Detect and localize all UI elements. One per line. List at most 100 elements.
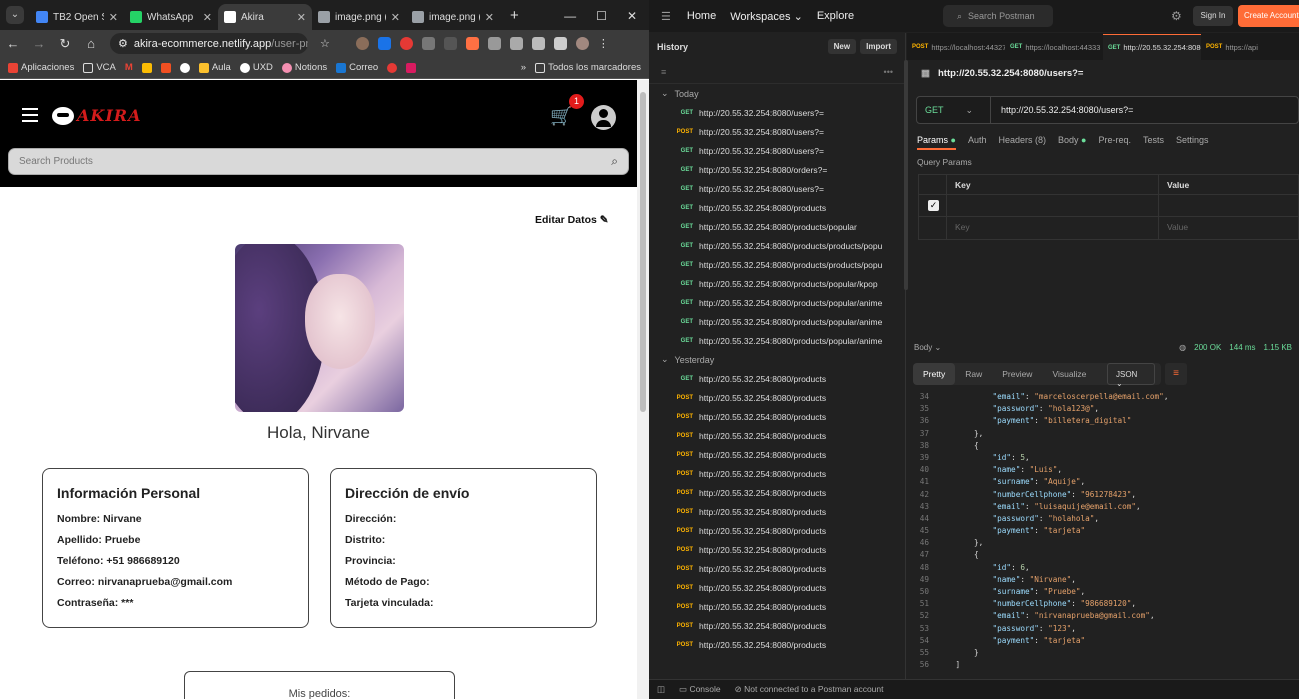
console-button[interactable]: ▭ Console xyxy=(679,684,721,695)
history-item[interactable]: POST http://20.55.32.254:8080/products xyxy=(649,559,905,578)
user-account-icon[interactable] xyxy=(591,105,616,130)
tab-prereq[interactable]: Pre-req. xyxy=(1098,135,1131,150)
reload-icon[interactable]: ↻ xyxy=(58,36,72,52)
extension-icon[interactable] xyxy=(377,37,391,50)
nav-explore[interactable]: Explore xyxy=(817,10,854,22)
tab-body[interactable]: Body ● xyxy=(1058,135,1086,150)
tab-close-icon[interactable]: ✕ xyxy=(203,11,212,24)
tab-search-button[interactable]: ⌄ xyxy=(6,6,24,24)
extension-icon[interactable] xyxy=(421,37,435,50)
bookmark-notions[interactable]: Notions xyxy=(281,62,327,73)
back-icon[interactable]: ← xyxy=(6,36,20,51)
history-item[interactable]: POST http://20.55.32.254:8080/products xyxy=(649,578,905,597)
format-select[interactable]: JSON ⌄ xyxy=(1107,363,1155,388)
site-logo[interactable]: AKIRA xyxy=(52,106,142,125)
bookmark-star-icon[interactable]: ☆ xyxy=(320,37,330,50)
browser-tab[interactable]: image.png (✕ xyxy=(406,4,500,30)
request-tab[interactable]: GET http://20.55.32.254:8080 xyxy=(1103,34,1201,60)
tab-settings[interactable]: Settings xyxy=(1176,135,1209,150)
extension-icon[interactable] xyxy=(399,37,413,50)
nav-workspaces[interactable]: Workspaces ⌄ xyxy=(730,10,803,23)
value-input[interactable]: Value xyxy=(1159,217,1196,239)
bookmark-apps[interactable]: Aplicaciones xyxy=(8,62,74,73)
history-item[interactable]: GET http://20.55.32.254:8080/users?= xyxy=(649,141,905,160)
history-item[interactable]: GET http://20.55.32.254:8080/products/pro… xyxy=(649,255,905,274)
bookmark-vca[interactable]: VCA xyxy=(83,62,116,73)
view-visualize[interactable]: Visualize xyxy=(1042,369,1096,379)
forward-icon[interactable]: → xyxy=(32,36,46,51)
playlist-icon[interactable] xyxy=(509,37,523,50)
history-group-yesterday[interactable]: ⌄ Yesterday xyxy=(649,350,905,369)
request-url-input[interactable]: http://20.55.32.254:8080/users?= xyxy=(991,105,1133,115)
tab-headers[interactable]: Headers (8) xyxy=(998,135,1046,150)
request-tab[interactable]: POST https://api xyxy=(1201,34,1299,60)
sidebar-toggle-icon[interactable]: ◫ xyxy=(657,684,665,695)
method-select[interactable]: GET ⌄ xyxy=(917,97,991,123)
history-item[interactable]: GET http://20.55.32.254:8080/products xyxy=(649,198,905,217)
browser-tab[interactable]: Akira ✕ xyxy=(218,4,312,30)
tab-close-icon[interactable]: ✕ xyxy=(297,11,306,24)
extension-icon[interactable] xyxy=(355,37,369,50)
history-item[interactable]: POST http://20.55.32.254:8080/products xyxy=(649,407,905,426)
key-input[interactable]: Key xyxy=(947,217,1159,239)
menu-icon[interactable]: ☰ xyxy=(661,10,671,23)
create-account-button[interactable]: Create Account xyxy=(1238,5,1299,27)
more-options-icon[interactable]: ••• xyxy=(884,67,893,77)
history-filter[interactable]: ≡ ••• xyxy=(649,60,905,84)
tab-tests[interactable]: Tests xyxy=(1143,135,1164,150)
history-item[interactable]: GET http://20.55.32.254:8080/orders?= xyxy=(649,160,905,179)
history-item[interactable]: GET http://20.55.32.254:8080/products/pop… xyxy=(649,217,905,236)
history-item[interactable]: POST http://20.55.32.254:8080/products xyxy=(649,597,905,616)
new-tab-button[interactable]: + xyxy=(510,7,519,24)
history-item[interactable]: POST http://20.55.32.254:8080/products xyxy=(649,521,905,540)
param-checkbox[interactable]: ✓ xyxy=(928,200,939,211)
bookmarks-folder-all[interactable]: Todos los marcadores xyxy=(535,62,641,73)
history-item[interactable]: POST http://20.55.32.254:8080/products xyxy=(649,502,905,521)
bookmark-github[interactable] xyxy=(179,62,190,73)
bookmark-aula[interactable]: Aula xyxy=(198,62,231,73)
browser-tab[interactable]: TB2 Open S ✕ xyxy=(30,4,124,30)
tab-close-icon[interactable]: ✕ xyxy=(485,11,494,24)
tab-params[interactable]: Params ● xyxy=(917,135,956,150)
tab-close-icon[interactable]: ✕ xyxy=(391,11,400,24)
panel-scrollbar[interactable] xyxy=(904,60,908,290)
menu-kebab-icon[interactable]: ⋮ xyxy=(598,37,609,50)
sidepanel-icon[interactable] xyxy=(553,37,567,50)
history-item[interactable]: GET http://20.55.32.254:8080/products/pop… xyxy=(649,312,905,331)
more-bookmarks-icon[interactable]: » xyxy=(521,62,526,73)
history-item[interactable]: GET http://20.55.32.254:8080/users?= xyxy=(649,179,905,198)
url-input[interactable]: ⚙ akira-ecommerce.netlify.app/user-profi… xyxy=(110,33,308,54)
history-item[interactable]: POST http://20.55.32.254:8080/products xyxy=(649,426,905,445)
search-input[interactable]: Search Products ⌕ xyxy=(8,148,629,175)
history-item[interactable]: POST http://20.55.32.254:8080/products xyxy=(649,445,905,464)
bookmark-uxd[interactable]: UXD xyxy=(239,62,273,73)
history-item[interactable]: GET http://20.55.32.254:8080/users?= xyxy=(649,103,905,122)
history-item[interactable]: POST http://20.55.32.254:8080/products xyxy=(649,635,905,654)
bookmark-correo[interactable]: Correo xyxy=(336,62,378,73)
profile-avatar[interactable] xyxy=(575,37,589,50)
settings-gear-icon[interactable]: ⚙ xyxy=(1171,9,1182,23)
home-icon[interactable]: ⌂ xyxy=(84,36,98,51)
history-group-today[interactable]: ⌄ Today xyxy=(649,84,905,103)
history-item[interactable]: GET http://20.55.32.254:8080/products/pop… xyxy=(649,293,905,312)
search-icon[interactable]: ⌕ xyxy=(611,154,618,169)
extension-icon[interactable] xyxy=(443,37,457,50)
bookmark-office[interactable] xyxy=(160,62,171,73)
tab-auth[interactable]: Auth xyxy=(968,135,987,150)
tab-close-icon[interactable]: ✕ xyxy=(109,11,118,24)
site-info-icon[interactable]: ⚙ xyxy=(118,37,128,50)
request-tab[interactable]: POST https://localhost:44327 xyxy=(907,34,1005,60)
view-raw[interactable]: Raw xyxy=(955,369,992,379)
history-item[interactable]: GET http://20.55.32.254:8080/products/pop… xyxy=(649,274,905,293)
history-item[interactable]: GET http://20.55.32.254:8080/products xyxy=(649,369,905,388)
page-scrollbar[interactable] xyxy=(637,80,649,699)
history-item[interactable]: POST http://20.55.32.254:8080/products xyxy=(649,540,905,559)
request-tab[interactable]: GET https://localhost:44333 xyxy=(1005,34,1103,60)
sign-in-button[interactable]: Sign In xyxy=(1193,6,1233,26)
edit-profile-button[interactable]: Editar Datos ✎ xyxy=(535,214,609,226)
extension-icon[interactable] xyxy=(465,37,479,50)
bookmark-gmail[interactable]: M xyxy=(125,62,133,73)
history-item[interactable]: POST http://20.55.32.254:8080/products xyxy=(649,388,905,407)
wrap-lines-icon[interactable]: ≡ xyxy=(1165,363,1187,385)
history-item[interactable]: POST http://20.55.32.254:8080/users?= xyxy=(649,122,905,141)
